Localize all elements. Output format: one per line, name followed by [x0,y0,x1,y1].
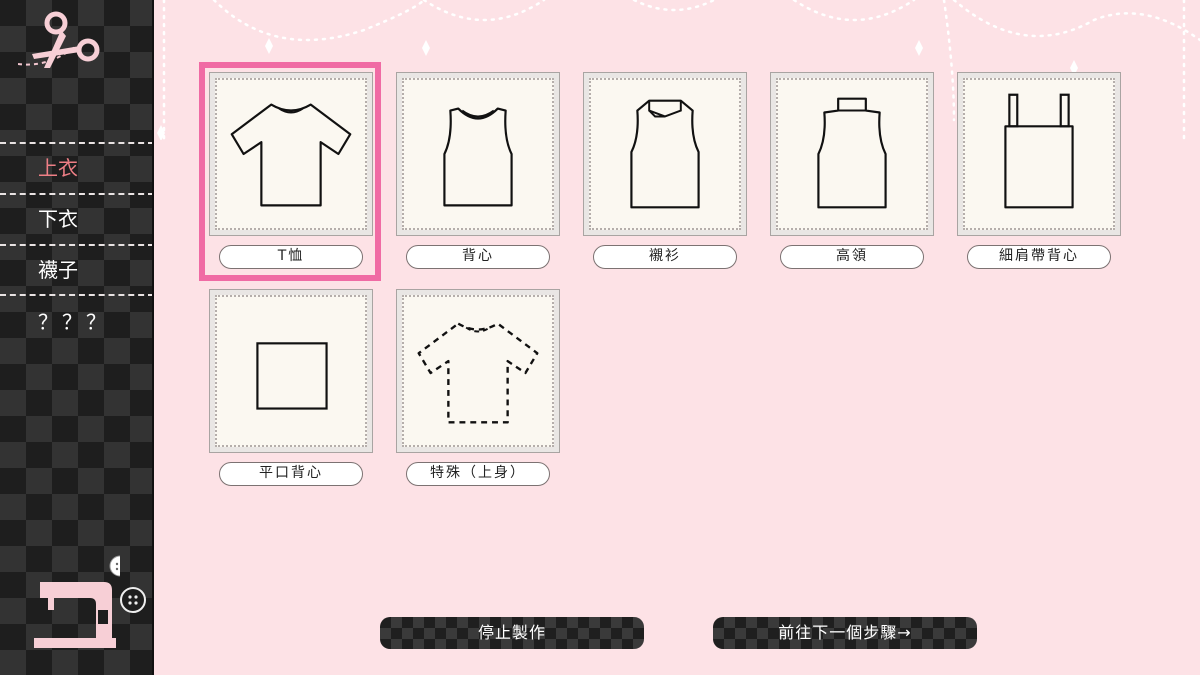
special-top-icon [417,322,539,424]
garment-label-vest[interactable]: 背心 [406,245,550,269]
next-step-button[interactable]: 前往下一個步驟→ [713,617,977,649]
nav-item-socks[interactable]: 襪子 [38,252,148,288]
button-icon [120,587,146,613]
tube-top-icon [256,342,328,410]
garment-card-shirt[interactable] [583,72,747,236]
nav-item-tops[interactable]: 上衣 [38,150,148,186]
tshirt-icon [230,103,352,207]
garment-card-camisole[interactable] [957,72,1121,236]
vest-icon [443,107,513,207]
nav-separator [0,294,154,296]
garment-card-tube-top[interactable] [209,289,373,453]
garment-card-special-top[interactable] [396,289,560,453]
garment-label-turtleneck[interactable]: 高領 [780,245,924,269]
next-step-label: 前往下一個步驟→ [778,623,912,642]
shirt-icon [630,99,700,209]
nav-item-unknown[interactable]: ？？？ [38,304,148,340]
turtleneck-icon [817,97,887,209]
garment-label-tube-top[interactable]: 平口背心 [219,462,363,486]
nav-separator [0,142,154,144]
sewing-machine-icon [34,555,120,648]
garment-label-tshirt[interactable]: T恤 [219,245,363,269]
garment-card-turtleneck[interactable] [770,72,934,236]
camisole-icon [1004,93,1074,209]
stop-making-label: 停止製作 [477,623,546,642]
nav-separator [0,244,154,246]
nav-item-bottoms[interactable]: 下衣 [38,201,148,237]
category-sidebar: 上衣 下衣 襪子 ？？？ [0,0,154,675]
garment-card-tshirt[interactable] [209,72,373,236]
garment-label-special-top[interactable]: 特殊（上身） [406,462,550,486]
stop-making-button[interactable]: 停止製作 [380,617,644,649]
scissors-icon [18,11,100,68]
garment-label-shirt[interactable]: 襯衫 [593,245,737,269]
garment-card-vest[interactable] [396,72,560,236]
garment-label-camisole[interactable]: 細肩帶背心 [967,245,1111,269]
nav-separator [0,193,154,195]
